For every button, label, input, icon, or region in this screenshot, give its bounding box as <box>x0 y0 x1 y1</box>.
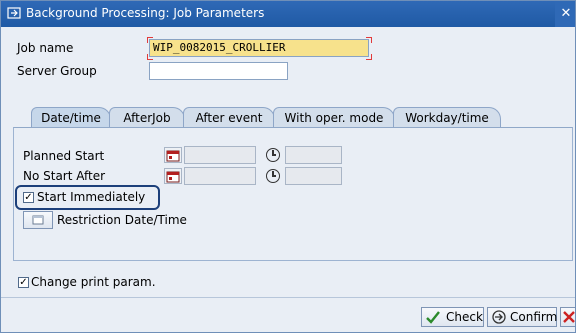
calendar-icon <box>166 150 180 162</box>
restriction-icon <box>32 215 44 225</box>
confirm-icon <box>492 310 506 324</box>
close-button[interactable]: ✕ <box>555 1 575 27</box>
tab-workday-time[interactable]: Workday/time <box>393 107 501 127</box>
start-immediately-label: Start Immediately <box>37 190 146 204</box>
window-title: Background Processing: Job Parameters <box>26 6 265 20</box>
tab-after-event[interactable]: After event <box>183 107 275 127</box>
no-start-after-time-field[interactable] <box>285 167 342 185</box>
server-group-field[interactable] <box>149 62 288 80</box>
required-marker <box>366 37 372 43</box>
tab-date-time[interactable]: Date/time <box>31 107 111 127</box>
no-start-after-label: No Start After <box>23 169 106 183</box>
planned-start-time-field[interactable] <box>285 146 342 164</box>
job-name-field[interactable]: WIP_0082015_CROLLIER <box>149 39 369 57</box>
footer-divider <box>1 297 575 298</box>
restriction-button[interactable] <box>23 211 53 229</box>
no-start-after-date-picker[interactable] <box>164 168 182 184</box>
cancel-icon <box>563 311 575 323</box>
planned-start-label: Planned Start <box>23 149 105 163</box>
job-name-label: Job name <box>17 41 74 55</box>
confirm-button[interactable]: Confirm <box>487 307 557 327</box>
cancel-button[interactable] <box>560 307 575 327</box>
no-start-after-date-field[interactable] <box>184 167 256 185</box>
required-marker <box>147 54 153 60</box>
server-group-label: Server Group <box>17 64 97 78</box>
restriction-label: Restriction Date/Time <box>57 213 187 227</box>
title-bar: Background Processing: Job Parameters ✕ <box>1 1 575 27</box>
clock-icon <box>266 169 280 183</box>
tab-afterjob[interactable]: AfterJob <box>109 107 185 127</box>
tab-with-oper-mode[interactable]: With oper. mode <box>273 107 395 127</box>
change-print-param-label: Change print param. <box>31 275 156 289</box>
change-print-param-checkbox[interactable]: ✓ <box>18 277 29 288</box>
job-parameters-dialog: Background Processing: Job Parameters ✕ … <box>0 0 576 333</box>
planned-start-date-picker[interactable] <box>164 147 182 163</box>
calendar-icon <box>166 171 180 183</box>
checkmark-icon <box>426 311 440 324</box>
planned-start-date-field[interactable] <box>184 146 256 164</box>
check-button[interactable]: Check <box>421 307 484 327</box>
required-marker <box>366 54 372 60</box>
required-marker <box>147 37 153 43</box>
start-immediately-checkbox[interactable]: ✓ <box>23 192 34 203</box>
clock-icon <box>266 148 280 162</box>
window-icon <box>7 7 21 19</box>
